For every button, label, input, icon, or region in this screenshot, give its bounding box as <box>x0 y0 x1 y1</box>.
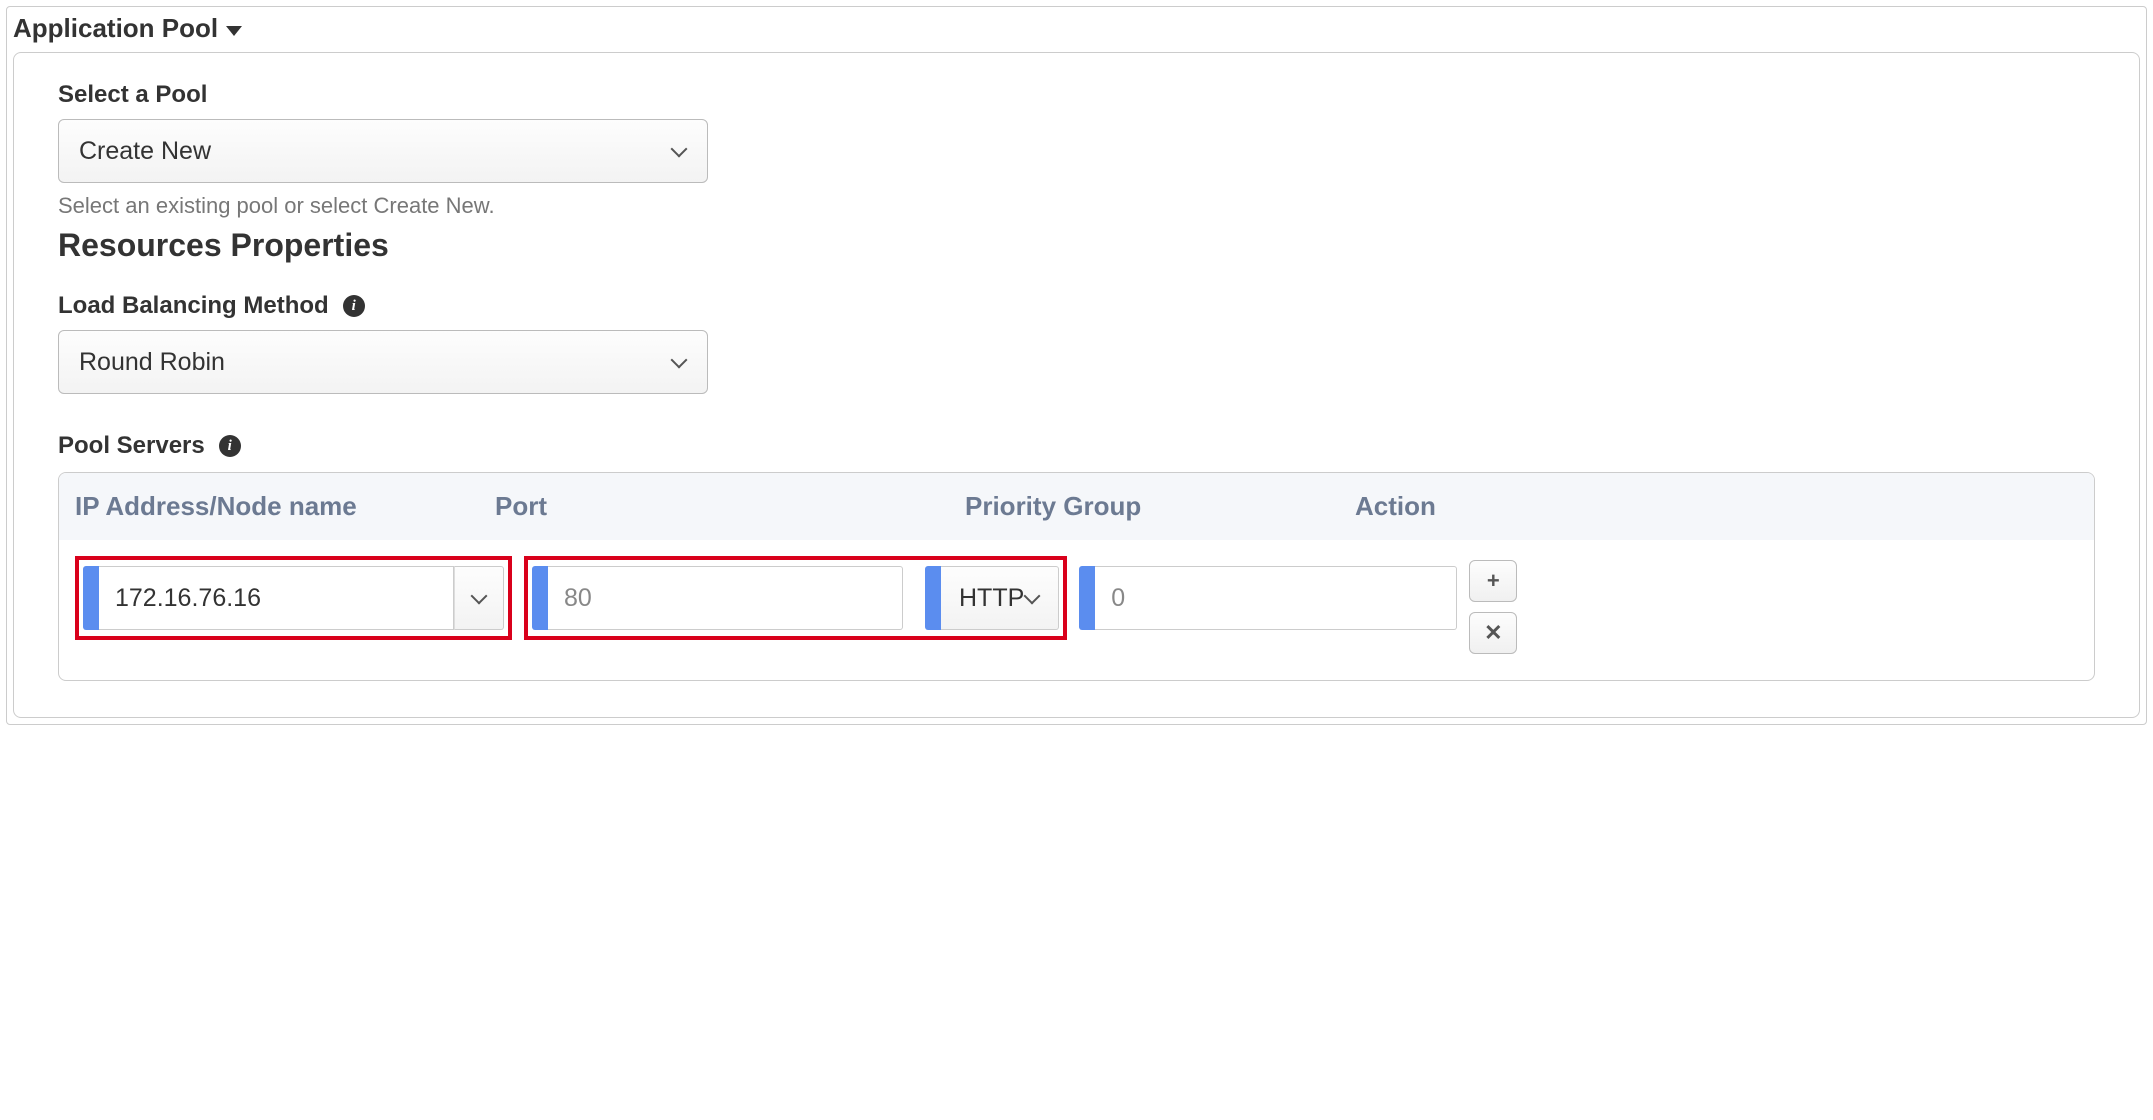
lb-method-label: Load Balancing Method i <box>58 292 2095 320</box>
pool-servers-label: Pool Servers i <box>58 432 2095 460</box>
blue-bar-icon <box>1079 566 1095 630</box>
lb-method-value: Round Robin <box>79 348 225 377</box>
panel-body: Select a Pool Create New Select an exist… <box>13 52 2140 718</box>
chevron-down-icon <box>471 590 487 606</box>
lb-method-dropdown[interactable]: Round Robin <box>58 330 708 394</box>
panel-header[interactable]: Application Pool <box>13 9 2140 52</box>
info-icon[interactable]: i <box>343 295 365 317</box>
chevron-down-icon <box>671 143 687 159</box>
chevron-down-icon <box>1024 590 1040 606</box>
port-input[interactable] <box>548 566 903 630</box>
table-header: IP Address/Node name Port Priority Group… <box>59 473 2094 540</box>
col-header-action: Action <box>1349 491 2084 522</box>
col-header-port: Port <box>489 491 959 522</box>
info-icon[interactable]: i <box>219 435 241 457</box>
blue-bar-icon <box>925 566 941 630</box>
col-header-ip: IP Address/Node name <box>69 491 489 522</box>
add-row-button[interactable]: + <box>1469 560 1517 602</box>
select-pool-value: Create New <box>79 137 211 166</box>
panel-title: Application Pool <box>13 13 218 44</box>
col-header-priority: Priority Group <box>959 491 1349 522</box>
close-icon: ✕ <box>1484 620 1502 646</box>
select-pool-hint: Select an existing pool or select Create… <box>58 193 2095 219</box>
blue-bar-icon <box>532 566 548 630</box>
ip-address-input[interactable] <box>99 566 454 630</box>
remove-row-button[interactable]: ✕ <box>1469 612 1517 654</box>
select-pool-dropdown[interactable]: Create New <box>58 119 708 183</box>
protocol-dropdown[interactable]: HTTP <box>941 566 1059 630</box>
priority-group-input[interactable] <box>1095 566 1457 630</box>
select-pool-label: Select a Pool <box>58 81 2095 109</box>
chevron-down-icon <box>671 354 687 370</box>
blue-bar-icon <box>83 566 99 630</box>
port-highlight: HTTP <box>524 556 1067 640</box>
caret-down-icon <box>226 26 242 36</box>
protocol-value: HTTP <box>959 584 1024 613</box>
ip-highlight <box>75 556 512 640</box>
resources-properties-heading: Resources Properties <box>58 227 2095 264</box>
pool-servers-table: IP Address/Node name Port Priority Group… <box>58 472 2095 681</box>
plus-icon: + <box>1487 568 1500 594</box>
ip-dropdown-button[interactable] <box>454 566 504 630</box>
table-row: HTTP + <box>59 540 2094 680</box>
